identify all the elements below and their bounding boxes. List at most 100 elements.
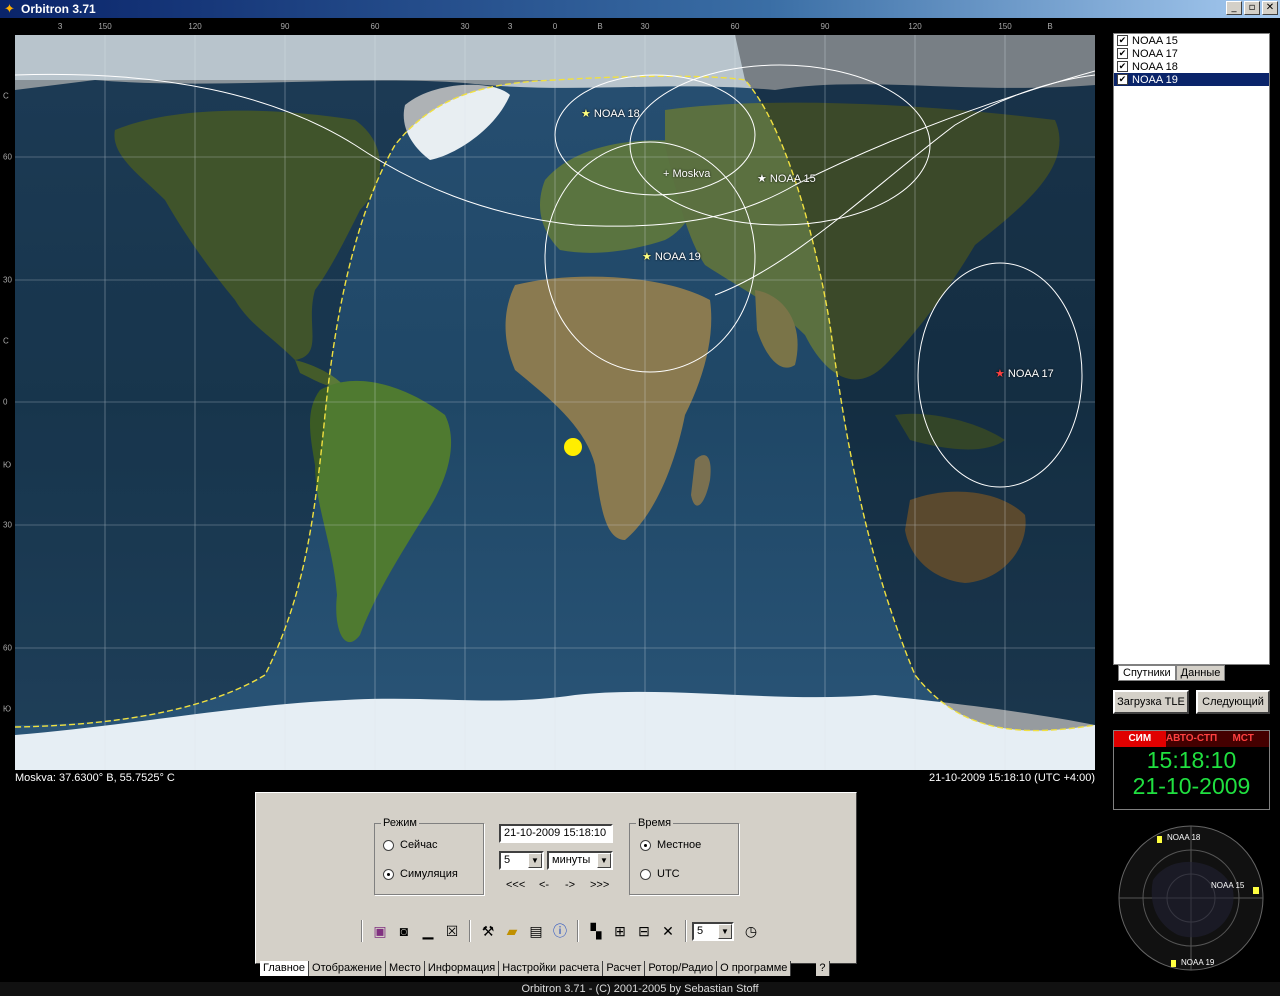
forward-button[interactable]: -> xyxy=(565,879,575,891)
checkbox[interactable]: ✔ xyxy=(1117,48,1128,59)
datetime-input[interactable]: 21-10-2009 15:18:10 xyxy=(499,824,613,843)
satellite-panel-tabs: Спутники Данные xyxy=(1118,665,1226,681)
info-icon[interactable]: ⓘ xyxy=(549,920,571,942)
list-item[interactable]: ✔ NOAA 18 xyxy=(1114,60,1269,73)
checkbox[interactable]: ✔ xyxy=(1117,35,1128,46)
plus-icon: + xyxy=(663,168,670,180)
lon-label: З xyxy=(57,22,63,31)
tab-main[interactable]: Главное xyxy=(260,961,310,976)
minimize-button[interactable]: _ xyxy=(1226,1,1242,15)
star-icon: ★ xyxy=(757,173,767,185)
lon-label: В xyxy=(1047,22,1053,31)
list-item[interactable]: ✔ NOAA 17 xyxy=(1114,47,1269,60)
checkbox[interactable]: ✔ xyxy=(1117,61,1128,72)
fit-width-icon[interactable]: ⊞ xyxy=(609,920,631,942)
sun-marker xyxy=(564,438,582,456)
footer-credits: Orbitron 3.71 - (C) 2001-2005 by Sebasti… xyxy=(0,982,1280,996)
tab-information[interactable]: Информация xyxy=(424,961,500,976)
chevron-down-icon[interactable]: ▼ xyxy=(528,853,542,868)
maximize-button[interactable]: ▫ xyxy=(1244,1,1260,15)
lat-label: 0 xyxy=(3,397,8,407)
folder-open-icon[interactable]: ▰ xyxy=(501,920,523,942)
radar-label: NOAA 19 xyxy=(1181,958,1215,967)
star-icon: ★ xyxy=(642,251,652,263)
star-icon: ★ xyxy=(581,108,591,120)
longitude-scale: З 150 120 90 60 30 З 0 В 30 60 90 120 15… xyxy=(15,20,1095,34)
lat-label: 30 xyxy=(3,275,12,285)
mode-local-indicator: МСТ xyxy=(1232,733,1254,744)
fit-height-icon[interactable]: ⊟ xyxy=(633,920,655,942)
clock-panel: СИМ АВТО-СТП МСТ 15:18:10 21-10-2009 xyxy=(1113,730,1270,810)
radio-circle[interactable] xyxy=(383,839,394,851)
lon-label: 0 xyxy=(552,22,558,31)
sat-marker-noaa17[interactable]: ★ NOAA 17 xyxy=(995,367,1054,380)
close-window-icon[interactable]: ☒ xyxy=(441,920,463,942)
sat-marker-noaa19[interactable]: ★ NOAA 19 xyxy=(642,250,701,263)
clock-icon[interactable]: ◷ xyxy=(740,920,762,942)
tab-calc-settings[interactable]: Настройки расчета xyxy=(499,961,604,976)
mode-auto-dst-indicator: АВТО-СТП xyxy=(1165,733,1218,744)
control-panel: Режим Сейчас Симуляция 21-10-2009 15:18:… xyxy=(255,792,857,964)
lat-label: 60 xyxy=(3,643,12,653)
tab-calculation[interactable]: Расчет xyxy=(603,961,646,976)
radio-simulation[interactable]: Симуляция xyxy=(383,868,458,880)
clock-date: 21-10-2009 xyxy=(1132,773,1251,799)
city-marker-moskva: + Moskva xyxy=(663,168,711,180)
chevron-down-icon[interactable]: ▼ xyxy=(597,853,611,868)
lon-label: 90 xyxy=(280,22,290,31)
lon-label: 60 xyxy=(730,22,740,31)
chevron-down-icon[interactable]: ▼ xyxy=(718,923,732,939)
load-tle-button[interactable]: Загрузка TLE xyxy=(1113,690,1189,714)
tools-icon[interactable]: ⚒ xyxy=(477,920,499,942)
tab-location[interactable]: Место xyxy=(385,961,425,976)
next-button[interactable]: Следующий xyxy=(1196,690,1270,714)
radio-local-time[interactable]: Местное xyxy=(640,839,701,851)
lat-label: С xyxy=(3,336,9,346)
orbitron-app-icon: ✦ xyxy=(4,1,15,16)
radio-circle[interactable] xyxy=(640,868,651,880)
lon-label: 150 xyxy=(98,22,112,31)
tab-about[interactable]: О программе xyxy=(717,961,792,976)
lon-label: 120 xyxy=(188,22,202,31)
tab-data[interactable]: Данные xyxy=(1175,665,1226,681)
lon-label: 90 xyxy=(820,22,830,31)
list-item[interactable]: ✔ NOAA 15 xyxy=(1114,34,1269,47)
world-map[interactable]: ★ NOAA 18 ★ NOAA 15 ★ NOAA 19 ★ NOAA 17 + Mos… xyxy=(15,35,1095,770)
tab-rotor-radio[interactable]: Ротор/Радио xyxy=(645,961,718,976)
radio-circle-selected[interactable] xyxy=(383,868,394,880)
close-button[interactable]: ✕ xyxy=(1262,1,1278,15)
lon-label: 120 xyxy=(908,22,922,31)
help-tab[interactable]: ? xyxy=(816,961,830,976)
lat-label: 60 xyxy=(3,152,12,162)
radar-view[interactable]: NOAA 18 NOAA 15 NOAA 19 xyxy=(1113,820,1270,977)
toolbar-separator xyxy=(685,920,687,942)
lon-label: В xyxy=(597,22,603,31)
toolbar-separator xyxy=(361,920,363,942)
camera-icon[interactable]: ◙ xyxy=(393,920,415,942)
radio-utc[interactable]: UTC xyxy=(640,868,680,880)
minimize-window-icon[interactable]: ▁ xyxy=(417,920,439,942)
list-item-selected[interactable]: ✔ NOAA 19 xyxy=(1114,73,1269,86)
radio-circle-selected[interactable] xyxy=(640,839,651,851)
save-icon[interactable]: ▤ xyxy=(525,920,547,942)
satellite-list[interactable]: ✔ NOAA 15 ✔ NOAA 17 ✔ NOAA 18 ✔ NOAA 19 xyxy=(1113,33,1270,665)
tab-satellites[interactable]: Спутники xyxy=(1118,665,1176,681)
rewind-fast-button[interactable]: <<< xyxy=(506,879,525,891)
radar-label: NOAA 18 xyxy=(1167,833,1201,842)
rewind-button[interactable]: <- xyxy=(539,879,549,891)
book-icon[interactable]: ▣ xyxy=(369,920,391,942)
speed-select[interactable]: 5 ▼ xyxy=(692,921,734,941)
sat-marker-noaa15[interactable]: ★ NOAA 15 xyxy=(757,172,816,185)
fullscreen-icon[interactable]: ▚ xyxy=(585,920,607,942)
step-unit-select[interactable]: минуты ▼ xyxy=(547,851,613,870)
forward-fast-button[interactable]: >>> xyxy=(590,879,609,891)
lat-label: Ю xyxy=(3,704,12,714)
radio-now[interactable]: Сейчас xyxy=(383,839,438,851)
lon-label: З xyxy=(507,22,513,31)
checkbox[interactable]: ✔ xyxy=(1117,74,1128,85)
step-select[interactable]: 5 ▼ xyxy=(499,851,544,870)
tab-display[interactable]: Отображение xyxy=(309,961,386,976)
sat-marker-noaa18[interactable]: ★ NOAA 18 xyxy=(581,107,640,120)
expand-icon[interactable]: ✕ xyxy=(657,920,679,942)
time-group-label: Время xyxy=(636,817,674,829)
